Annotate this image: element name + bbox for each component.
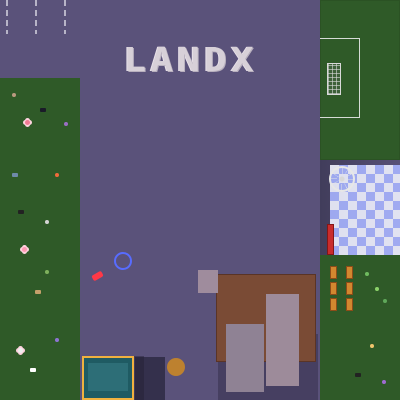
building-annex xyxy=(198,270,218,293)
player-cursor-icon[interactable] xyxy=(114,252,132,270)
flower-decoration xyxy=(22,247,27,252)
dark-object xyxy=(355,373,361,377)
decor-item xyxy=(382,380,386,384)
player-marker-icon xyxy=(91,270,104,282)
bush-decoration xyxy=(365,272,369,276)
road-mark-center xyxy=(35,0,37,34)
goal-net-icon xyxy=(327,63,341,95)
decor-item xyxy=(45,220,49,224)
left-grass-area xyxy=(0,78,80,400)
market-stall xyxy=(346,298,353,311)
decor-item xyxy=(30,368,36,372)
market-stall xyxy=(330,266,337,279)
dark-object xyxy=(40,108,46,112)
game-world-map[interactable]: LANDX xyxy=(0,0,400,400)
bush-decoration xyxy=(383,299,387,303)
stage-shadow xyxy=(135,357,165,400)
bush-decoration xyxy=(375,287,379,291)
stage-floor xyxy=(88,363,128,391)
decor-item xyxy=(12,173,18,177)
market-stall xyxy=(346,282,353,295)
decor-item xyxy=(55,338,59,342)
building-tower xyxy=(266,294,299,386)
decor-item xyxy=(12,93,16,97)
dark-object xyxy=(18,210,24,214)
flower-decoration xyxy=(25,120,30,125)
top-road-markings xyxy=(0,0,80,34)
market-stall xyxy=(346,266,353,279)
ferris-wheel-icon[interactable] xyxy=(329,166,355,192)
red-bench xyxy=(327,224,334,255)
flower-decoration xyxy=(18,348,23,353)
decor-item xyxy=(35,290,41,294)
decor-item xyxy=(370,344,374,348)
road-mark-right xyxy=(64,0,66,34)
decor-item xyxy=(64,122,68,126)
decor-item xyxy=(45,270,49,274)
landx-logo: LANDX xyxy=(108,42,273,77)
market-stall xyxy=(330,282,337,295)
lower-right-grass-area xyxy=(320,320,400,400)
building-wing xyxy=(226,324,264,392)
decor-item xyxy=(55,173,59,177)
landx-logo-text: LANDX xyxy=(123,40,258,79)
road-mark-left xyxy=(6,0,8,34)
lamp-post-icon xyxy=(167,358,185,376)
market-stall xyxy=(330,298,337,311)
